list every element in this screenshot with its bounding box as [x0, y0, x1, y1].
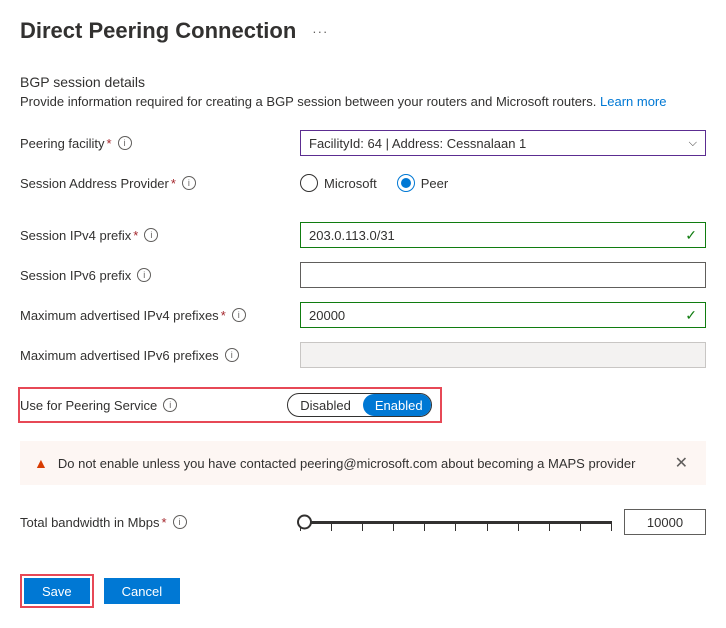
save-button-highlight: Save — [20, 574, 94, 608]
banner-text: Do not enable unless you have contacted … — [58, 456, 671, 471]
max-ipv4-input[interactable]: 20000 ✓ — [300, 302, 706, 328]
radio-icon — [300, 174, 318, 192]
section-title: BGP session details — [20, 74, 706, 90]
check-icon: ✓ — [685, 307, 697, 324]
peering-service-toggle[interactable]: Disabled Enabled — [287, 393, 432, 417]
radio-icon — [397, 174, 415, 192]
ipv6-prefix-label: Session IPv6 prefix i — [20, 268, 300, 283]
slider-thumb[interactable] — [297, 515, 312, 530]
info-icon[interactable]: i — [225, 348, 239, 362]
max-ipv6-label: Maximum advertised IPv6 prefixes i — [20, 348, 300, 363]
ipv4-prefix-input[interactable]: 203.0.113.0/31 ✓ — [300, 222, 706, 248]
toggle-enabled: Enabled — [363, 394, 432, 416]
ipv6-prefix-input[interactable] — [300, 262, 706, 288]
learn-more-link[interactable]: Learn more — [600, 94, 666, 109]
info-icon[interactable]: i — [173, 515, 187, 529]
bandwidth-slider[interactable] — [300, 512, 612, 532]
info-icon[interactable]: i — [144, 228, 158, 242]
radio-peer[interactable]: Peer — [397, 174, 448, 192]
page-title: Direct Peering Connection — [20, 18, 296, 44]
banner-close-button[interactable]: ✕ — [671, 453, 692, 473]
save-button[interactable]: Save — [24, 578, 90, 604]
peering-service-highlight: Use for Peering Service i Disabled Enabl… — [18, 387, 442, 423]
peering-facility-select[interactable]: FacilityId: 64 | Address: Cessnalaan 1 ⌵ — [300, 130, 706, 156]
cancel-button[interactable]: Cancel — [104, 578, 180, 604]
info-icon[interactable]: i — [137, 268, 151, 282]
session-provider-label: Session Address Provider* i — [20, 176, 300, 191]
max-ipv4-label: Maximum advertised IPv4 prefixes* i — [20, 308, 300, 323]
info-icon[interactable]: i — [232, 308, 246, 322]
chevron-down-icon: ⌵ — [689, 137, 697, 150]
check-icon: ✓ — [685, 227, 697, 244]
warning-banner: ▲ Do not enable unless you have contacte… — [20, 441, 706, 485]
peering-service-label: Use for Peering Service i — [20, 398, 287, 413]
info-icon[interactable]: i — [163, 398, 177, 412]
bandwidth-label: Total bandwidth in Mbps* i — [20, 515, 300, 530]
max-ipv6-input — [300, 342, 706, 368]
more-actions-button[interactable]: ··· — [312, 24, 328, 39]
warning-icon: ▲ — [34, 455, 48, 471]
section-description: Provide information required for creatin… — [20, 94, 706, 109]
ipv4-prefix-label: Session IPv4 prefix* i — [20, 228, 300, 243]
peering-facility-label: Peering facility* i — [20, 136, 300, 151]
info-icon[interactable]: i — [182, 176, 196, 190]
radio-microsoft[interactable]: Microsoft — [300, 174, 377, 192]
toggle-disabled: Disabled — [288, 394, 363, 416]
info-icon[interactable]: i — [118, 136, 132, 150]
bandwidth-input[interactable]: 10000 — [624, 509, 706, 535]
